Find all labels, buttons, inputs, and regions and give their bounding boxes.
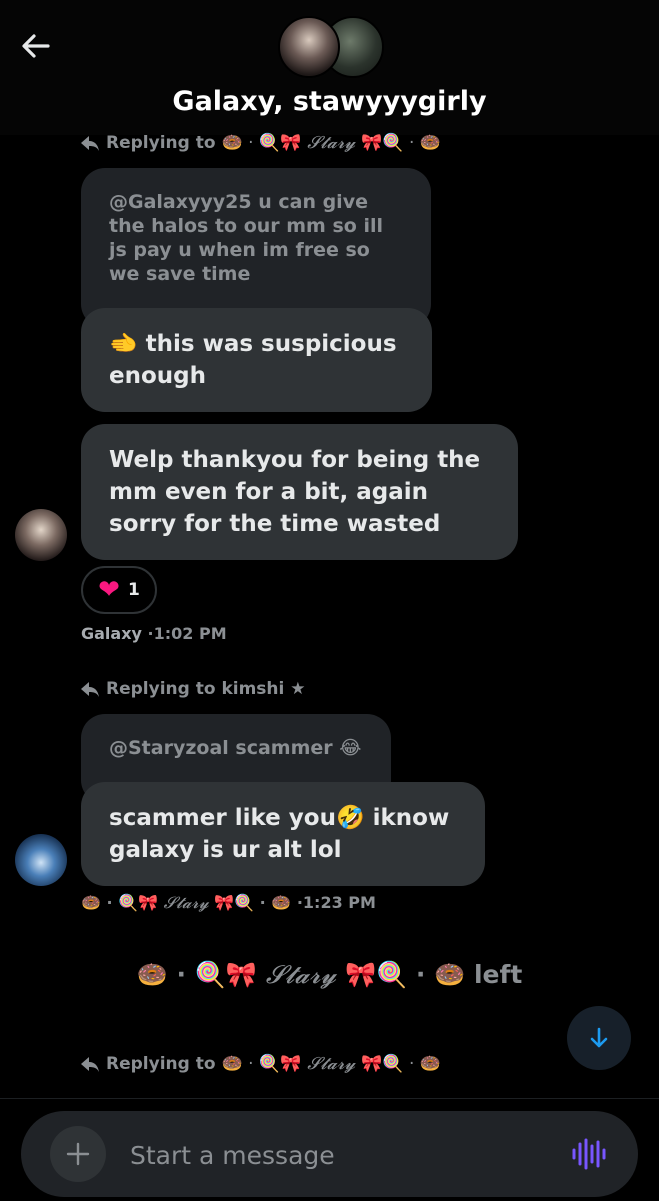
system-user-name: 𝓢𝓽𝓪𝓻𝔂 <box>265 960 337 989</box>
reply-target-left: 🍩 · 🍭🎀 <box>221 133 302 153</box>
sender-name: 𝓢𝓽𝓪𝓻𝔂 <box>163 893 209 912</box>
reply-arrow-icon <box>81 1057 99 1072</box>
message-bubble[interactable]: 🫲 this was suspicious enough <box>81 308 432 412</box>
sender-name-left: 🍩 · 🍭🎀 <box>81 893 158 912</box>
reply-context: Replying to 🍩 · 🍭🎀 𝓢𝓽𝓪𝓻𝔂 🎀🍭 · 🍩 <box>80 133 441 153</box>
sender-name: Galaxy <box>81 624 142 643</box>
timestamp: ·1:23 PM <box>296 893 376 912</box>
add-media-button[interactable] <box>50 1126 106 1182</box>
back-arrow-icon[interactable] <box>18 28 54 64</box>
reply-arrow-icon <box>81 682 99 697</box>
system-action: left <box>473 960 523 989</box>
message-meta: Galaxy ·1:02 PM <box>81 624 227 643</box>
reply-target-left: 🍩 · 🍭🎀 <box>221 1054 302 1074</box>
arrow-down-icon <box>590 1027 608 1048</box>
voice-wave-icon <box>572 1138 606 1170</box>
message-bubble[interactable]: Welp thankyou for being the mm even for … <box>81 424 518 560</box>
reply-arrow-icon <box>81 136 99 151</box>
message-input[interactable] <box>128 1130 552 1180</box>
reply-target-name: 𝓢𝓽𝓪𝓻𝔂 <box>307 1054 356 1074</box>
voice-message-button[interactable] <box>568 1134 608 1174</box>
system-user-left: 🍩 · 🍭🎀 <box>136 960 257 989</box>
reply-context: Replying to kimshi ★ <box>80 679 306 699</box>
system-notice: 🍩 · 🍭🎀 𝓢𝓽𝓪𝓻𝔂 🎀🍭 · 🍩 left <box>0 960 659 990</box>
reply-target-right: 🎀🍭 · 🍩 <box>361 133 441 153</box>
page-title[interactable]: Galaxy, stawyyygirly <box>0 86 659 117</box>
message-meta: 🍩 · 🍭🎀 𝓢𝓽𝓪𝓻𝔂 🎀🍭 · 🍩 ·1:23 PM <box>81 893 376 913</box>
group-avatars[interactable] <box>278 14 384 78</box>
quoted-message[interactable]: @Galaxyyy25 u can give the halos to our … <box>81 168 431 328</box>
avatar[interactable] <box>15 834 67 886</box>
reply-context: Replying to 🍩 · 🍭🎀 𝓢𝓽𝓪𝓻𝔂 🎀🍭 · 🍩 <box>80 1054 441 1074</box>
reply-target-name: 𝓢𝓽𝓪𝓻𝔂 <box>307 133 356 153</box>
reply-label: Replying to kimshi ★ <box>106 679 306 699</box>
sender-name-right: 🎀🍭 · 🍩 <box>214 893 292 912</box>
reply-label: Replying to <box>106 133 216 153</box>
message-bubble[interactable]: scammer like you🤣 iknow galaxy is ur alt… <box>81 782 485 886</box>
heart-icon: ❤ <box>98 575 120 605</box>
avatar <box>278 16 340 78</box>
scroll-to-bottom-button[interactable] <box>567 1006 631 1070</box>
timestamp: ·1:02 PM <box>147 624 227 643</box>
system-user-right: 🎀🍭 · 🍩 <box>344 960 466 989</box>
reply-target-right: 🎀🍭 · 🍩 <box>361 1054 441 1074</box>
reaction-pill[interactable]: ❤ 1 <box>81 566 157 614</box>
reply-label: Replying to <box>106 1054 216 1074</box>
avatar[interactable] <box>15 509 67 561</box>
reaction-count: 1 <box>127 580 140 600</box>
plus-icon <box>66 1142 90 1166</box>
